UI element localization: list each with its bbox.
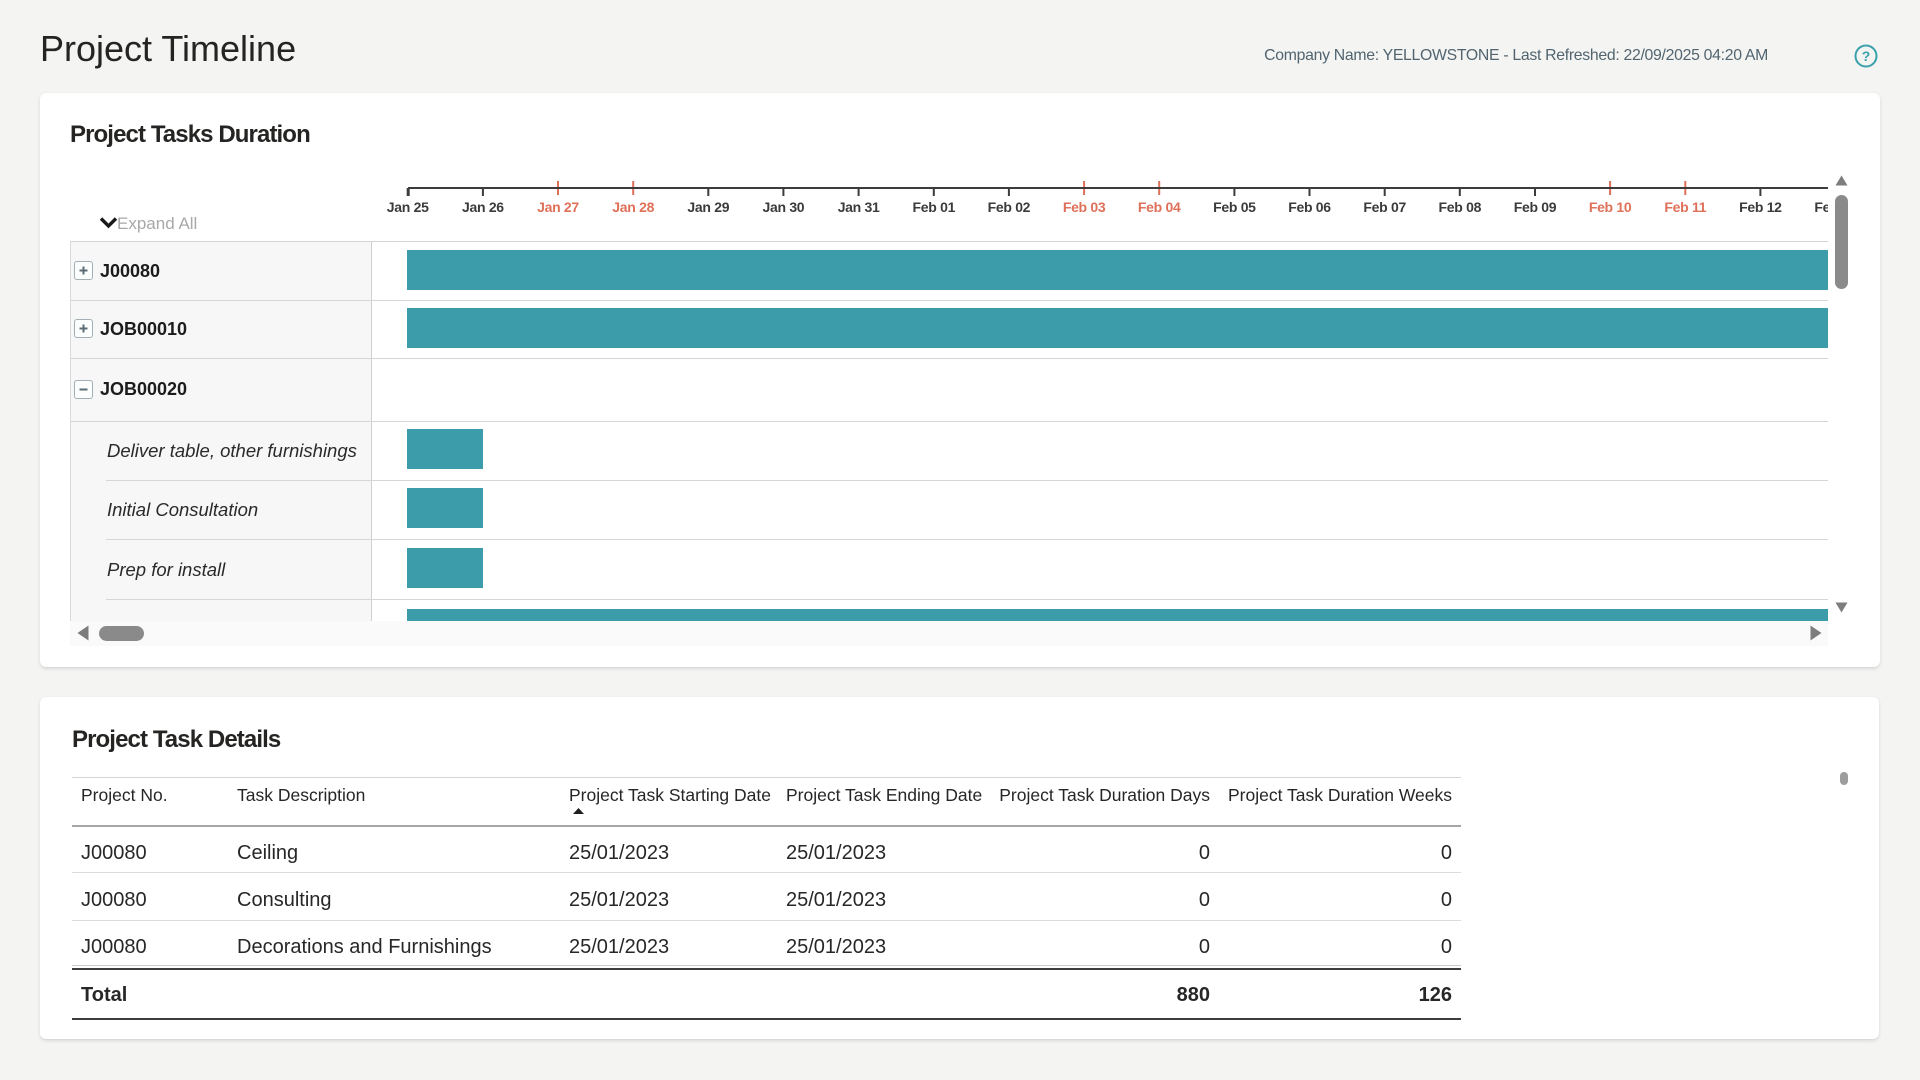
svg-text:Feb 06: Feb 06 <box>1288 199 1331 215</box>
svg-text:?: ? <box>1862 48 1871 64</box>
svg-text:Jan 30: Jan 30 <box>763 199 805 215</box>
svg-text:Jan 25: Jan 25 <box>387 199 429 215</box>
svg-text:Jan 29: Jan 29 <box>687 199 729 215</box>
svg-text:Jan 31: Jan 31 <box>838 199 880 215</box>
svg-text:Feb 10: Feb 10 <box>1589 199 1632 215</box>
svg-text:Feb 05: Feb 05 <box>1213 199 1256 215</box>
svg-text:Feb 04: Feb 04 <box>1138 199 1181 215</box>
svg-text:Feb 08: Feb 08 <box>1439 199 1482 215</box>
svg-text:Jan 26: Jan 26 <box>462 199 504 215</box>
svg-text:Jan 28: Jan 28 <box>612 199 654 215</box>
svg-text:Feb 07: Feb 07 <box>1363 199 1406 215</box>
svg-text:Feb 02: Feb 02 <box>988 199 1031 215</box>
svg-text:Feb 09: Feb 09 <box>1514 199 1557 215</box>
svg-text:Feb 03: Feb 03 <box>1063 199 1106 215</box>
svg-text:Jan 27: Jan 27 <box>537 199 579 215</box>
svg-text:Feb 12: Feb 12 <box>1739 199 1782 215</box>
svg-text:Feb 11: Feb 11 <box>1664 199 1706 215</box>
svg-text:Feb 01: Feb 01 <box>913 199 956 215</box>
svg-text:Feb 13: Feb 13 <box>1814 199 1828 215</box>
